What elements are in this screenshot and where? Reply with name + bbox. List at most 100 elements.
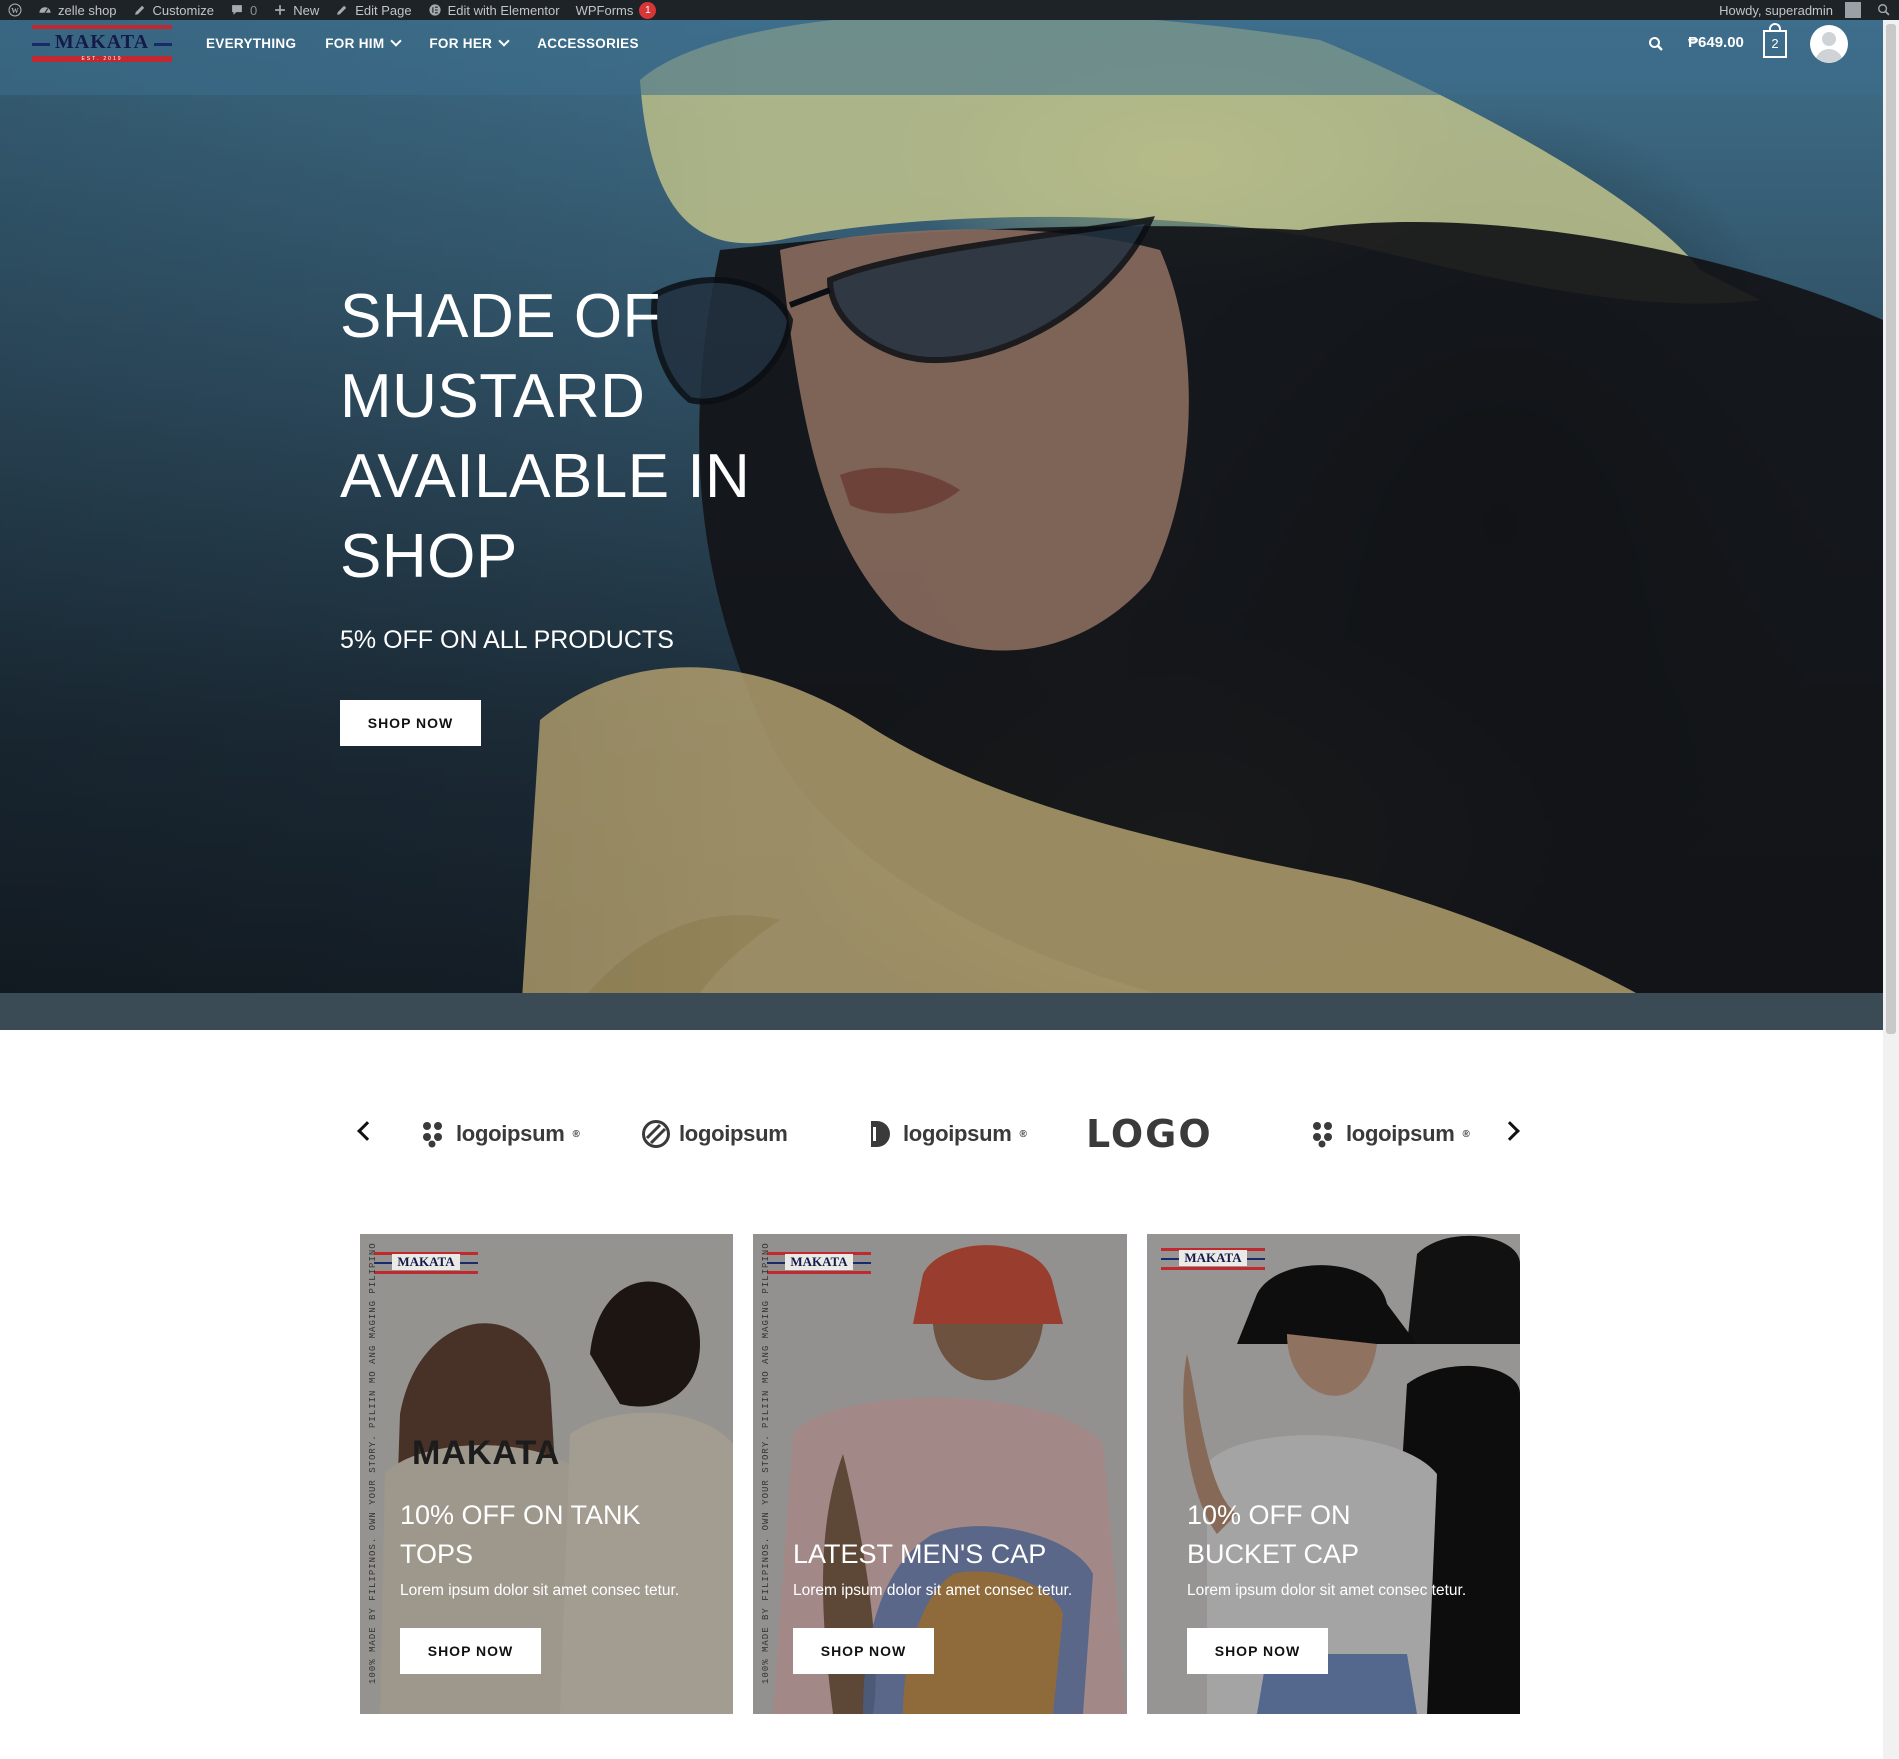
site-logo[interactable]: MAKATA EST. 2019 bbox=[32, 25, 172, 63]
nav-for-her[interactable]: FOR HER bbox=[429, 35, 510, 51]
hero-shade bbox=[0, 20, 1883, 1030]
brand-logo-3: logoipsum ® bbox=[865, 1116, 1027, 1152]
card-description: Lorem ipsum dolor sit amet consec tetur. bbox=[400, 1582, 680, 1599]
hero-bottom-band bbox=[0, 993, 1883, 1030]
logo-wordmark: LOGO bbox=[1086, 1112, 1213, 1156]
hero-subtitle: 5% OFF ON ALL PRODUCTS bbox=[340, 626, 674, 654]
site-name-link[interactable]: zelle shop bbox=[30, 0, 125, 20]
plus-icon bbox=[275, 5, 286, 15]
wp-admin-bar: W zelle shop Customize 0 New Edit Page E… bbox=[0, 0, 1899, 20]
search-icon bbox=[1878, 4, 1890, 16]
brand-name: logoipsum bbox=[679, 1121, 788, 1146]
nav-accessories-label: ACCESSORIES bbox=[537, 36, 639, 51]
card-vertical-text: 100% MADE BY FILIPINOS. OWN YOUR STORY. … bbox=[761, 1242, 771, 1684]
edit-elementor-label: Edit with Elementor bbox=[447, 2, 560, 18]
wpforms-link[interactable]: WPForms 1 bbox=[568, 0, 665, 20]
card-shop-now-button[interactable]: SHOP NOW bbox=[1187, 1628, 1328, 1674]
brand-logo-5: logoipsum ® bbox=[1308, 1116, 1470, 1152]
brand-logo-4: LOGO bbox=[1086, 1112, 1213, 1156]
nav-for-him[interactable]: FOR HIM bbox=[325, 35, 403, 51]
account-avatar-button[interactable] bbox=[1810, 25, 1848, 63]
cart-button[interactable]: 2 bbox=[1763, 30, 1787, 58]
card-logo-text: MAKATA bbox=[392, 1254, 460, 1270]
search-icon[interactable] bbox=[1648, 36, 1664, 52]
pencil-icon bbox=[337, 5, 347, 15]
customize-link[interactable]: Customize bbox=[125, 0, 222, 20]
logo-top-bar bbox=[32, 25, 172, 29]
half-circle-logo-icon bbox=[871, 1121, 890, 1147]
user-head-icon bbox=[1822, 32, 1836, 46]
card-logo-text: MAKATA bbox=[1179, 1250, 1247, 1266]
card-shop-now-button[interactable]: SHOP NOW bbox=[400, 1628, 541, 1674]
brush-icon bbox=[134, 5, 144, 15]
promo-card-tank-tops[interactable]: MAKATA MAKATA 100% MADE BY FILIPINOS. OW… bbox=[360, 1234, 733, 1714]
card-shop-now-button[interactable]: SHOP NOW bbox=[793, 1628, 934, 1674]
logo-line-right bbox=[154, 43, 172, 46]
admin-avatar bbox=[1845, 2, 1861, 18]
brand-name: logoipsum bbox=[1346, 1121, 1455, 1146]
main-nav: EVERYTHING FOR HIM FOR HER ACCESSORIES bbox=[206, 35, 668, 51]
logo-line-left bbox=[32, 43, 50, 46]
card-vertical-text: 100% MADE BY FILIPINOS. OWN YOUR STORY. … bbox=[368, 1242, 378, 1684]
my-account-link[interactable]: Howdy, superadmin bbox=[1711, 0, 1869, 20]
new-content-link[interactable]: New bbox=[265, 0, 327, 20]
edit-page-link[interactable]: Edit Page bbox=[327, 0, 419, 20]
hero-title: SHADE OF MUSTARD AVAILABLE IN SHOP bbox=[340, 282, 751, 591]
edit-page-label: Edit Page bbox=[355, 2, 412, 18]
user-body-icon bbox=[1815, 49, 1843, 63]
nav-for-him-label: FOR HIM bbox=[325, 36, 385, 51]
card-logo-text: MAKATA bbox=[785, 1254, 853, 1270]
edit-elementor-link[interactable]: Edit with Elementor bbox=[420, 0, 568, 20]
card-makata-logo: MAKATA bbox=[1161, 1248, 1265, 1270]
comments-link[interactable]: 0 bbox=[222, 0, 265, 20]
logo-red-bar bbox=[1161, 1267, 1265, 1270]
card-description: Lorem ipsum dolor sit amet consec tetur. bbox=[793, 1582, 1073, 1599]
new-label: New bbox=[293, 2, 320, 18]
page: W zelle shop Customize 0 New Edit Page E… bbox=[0, 0, 1899, 1759]
card-title: 10% OFF ON TANK TOPS bbox=[400, 1500, 641, 1569]
brand-logo-1: logoipsum ® bbox=[418, 1116, 580, 1152]
bubbles-logo-icon bbox=[423, 1122, 442, 1148]
promo-card-mens-cap[interactable]: MAKATA 100% MADE BY FILIPINOS. OWN YOUR … bbox=[753, 1234, 1127, 1714]
svg-text:W: W bbox=[11, 6, 19, 15]
wpforms-label: WPForms bbox=[575, 2, 634, 18]
card-makata-logo: MAKATA bbox=[374, 1252, 478, 1274]
dashboard-icon bbox=[39, 7, 51, 14]
brand-trademark: ® bbox=[572, 1128, 580, 1140]
page-scrollbar-thumb[interactable] bbox=[1886, 24, 1896, 1034]
bubbles-logo-icon bbox=[1313, 1122, 1332, 1148]
logo-red-bar bbox=[374, 1271, 478, 1274]
customize-label: Customize bbox=[152, 2, 214, 18]
nav-everything-label: EVERYTHING bbox=[206, 36, 297, 51]
wpforms-badge: 1 bbox=[639, 1, 657, 19]
site-name-label: zelle shop bbox=[58, 2, 117, 18]
brand-carousel: logoipsum ® logoipsum logoipsum ® LOGO log… bbox=[340, 1108, 1530, 1164]
circle-stripes-logo-icon bbox=[642, 1120, 670, 1148]
comment-icon bbox=[232, 5, 242, 15]
carousel-next-arrow-icon[interactable] bbox=[1500, 1121, 1520, 1141]
nav-everything[interactable]: EVERYTHING bbox=[206, 36, 296, 51]
carousel-prev-arrow-icon[interactable] bbox=[357, 1121, 377, 1141]
hero-section bbox=[0, 20, 1883, 1030]
nav-accessories[interactable]: ACCESSORIES bbox=[537, 36, 639, 51]
howdy-label: Howdy, superadmin bbox=[1719, 2, 1833, 18]
chevron-down-icon bbox=[390, 35, 403, 47]
logo-text: MAKATA bbox=[54, 31, 150, 53]
admin-search-button[interactable] bbox=[1869, 0, 1899, 20]
brand-trademark: ® bbox=[1019, 1128, 1027, 1140]
brand-name: logoipsum bbox=[903, 1121, 1012, 1146]
nav-for-her-label: FOR HER bbox=[429, 36, 493, 51]
card-title: 10% OFF ON BUCKET CAP bbox=[1187, 1500, 1360, 1569]
comments-count: 0 bbox=[249, 2, 258, 18]
hero-shop-now-button[interactable]: SHOP NOW bbox=[340, 700, 481, 746]
card-title: LATEST MEN'S CAP bbox=[793, 1539, 1047, 1569]
elementor-icon bbox=[428, 4, 441, 16]
brand-name: logoipsum bbox=[456, 1121, 565, 1146]
brand-logo-2: logoipsum bbox=[641, 1116, 788, 1152]
cart-total[interactable]: ₱649.00 bbox=[1688, 34, 1744, 51]
wordpress-icon: W bbox=[8, 3, 22, 17]
chevron-down-icon bbox=[498, 35, 510, 47]
site-header: MAKATA EST. 2019 EVERYTHING FOR HIM FOR … bbox=[0, 20, 1883, 95]
wordpress-logo-button[interactable]: W bbox=[0, 0, 30, 20]
promo-card-bucket-cap[interactable]: MAKATA 10% OFF ON BUCKET CAP Lorem ipsum… bbox=[1147, 1234, 1520, 1714]
